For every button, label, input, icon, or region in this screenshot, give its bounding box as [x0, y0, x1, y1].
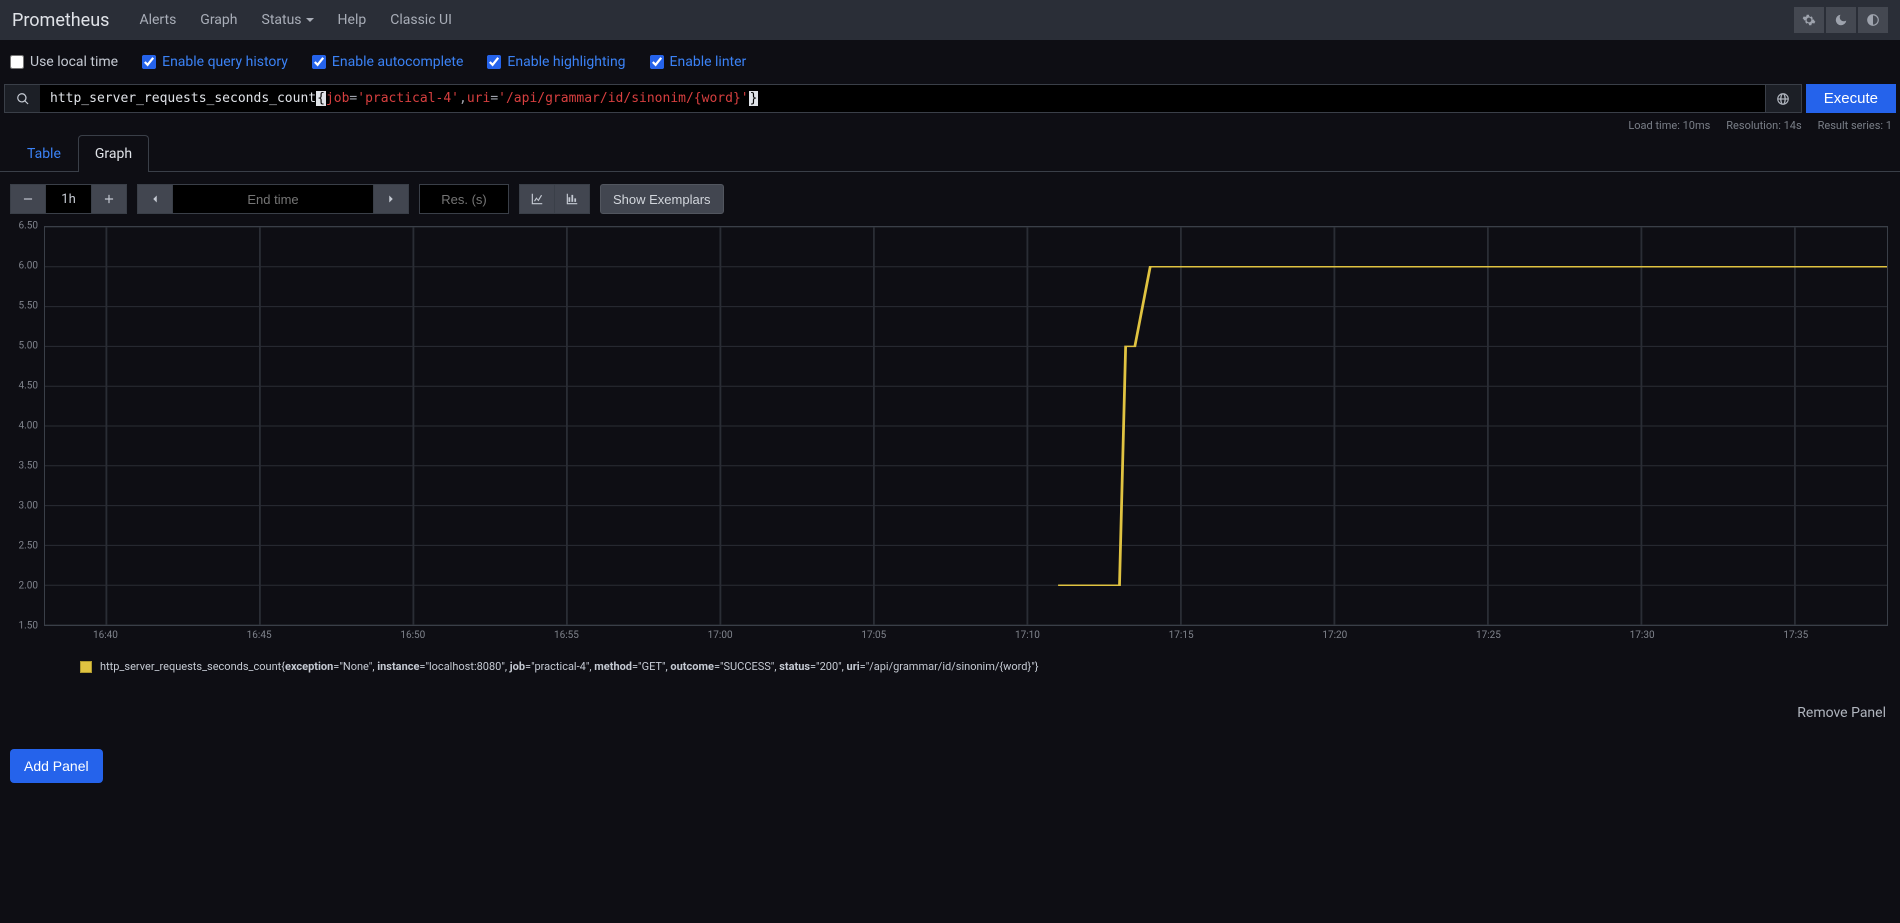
nav-help[interactable]: Help: [328, 6, 377, 34]
charttype-group: [519, 184, 590, 214]
y-tick: 6.50: [19, 221, 39, 232]
chk-history-input[interactable]: [142, 55, 156, 69]
endtime-next-button[interactable]: [373, 184, 409, 214]
legend-swatch: [80, 661, 92, 673]
x-tick: 16:40: [93, 630, 118, 641]
x-tick: 16:45: [247, 630, 272, 641]
y-tick: 5.00: [19, 341, 39, 352]
add-panel-button[interactable]: Add Panel: [10, 749, 103, 783]
x-tick: 17:15: [1169, 630, 1194, 641]
range-value[interactable]: 1h: [46, 184, 92, 214]
chk-highlighting[interactable]: Enable highlighting: [487, 54, 625, 70]
query-input[interactable]: http_server_requests_seconds_count{job='…: [40, 84, 1766, 113]
x-tick: 17:35: [1783, 630, 1808, 641]
x-tick: 17:25: [1476, 630, 1501, 641]
legend-text: http_server_requests_seconds_count{excep…: [100, 660, 1038, 673]
execute-button[interactable]: Execute: [1806, 84, 1896, 113]
gear-icon[interactable]: [1794, 7, 1824, 33]
chk-linter-input[interactable]: [650, 55, 664, 69]
linechart-icon[interactable]: [519, 184, 555, 214]
meta-result: Result series: 1: [1818, 119, 1892, 132]
legend[interactable]: http_server_requests_seconds_count{excep…: [10, 646, 1890, 683]
y-tick: 1.50: [19, 621, 39, 632]
chk-history[interactable]: Enable query history: [142, 54, 288, 70]
chk-linter-label: Enable linter: [670, 54, 747, 70]
remove-panel-link[interactable]: Remove Panel: [1797, 705, 1886, 721]
resolution-input[interactable]: [419, 184, 509, 214]
meta-load: Load time: 10ms: [1628, 119, 1710, 132]
chart-area: 1.50 2.00 2.50 3.00 3.50 4.00 4.50 5.00 5.50 6.00…: [0, 226, 1900, 693]
chk-autocomplete[interactable]: Enable autocomplete: [312, 54, 464, 70]
endtime-group: [137, 184, 409, 214]
chk-highlighting-input[interactable]: [487, 55, 501, 69]
y-tick: 3.00: [19, 501, 39, 512]
meta-row: Load time: 10ms Resolution: 14s Result s…: [0, 113, 1900, 134]
y-tick: 6.00: [19, 261, 39, 272]
chk-highlighting-label: Enable highlighting: [507, 54, 625, 70]
chk-local-time-input[interactable]: [10, 55, 24, 69]
x-tick: 17:10: [1015, 630, 1040, 641]
chk-autocomplete-input[interactable]: [312, 55, 326, 69]
x-tick: 17:00: [708, 630, 733, 641]
chk-linter[interactable]: Enable linter: [650, 54, 747, 70]
endtime-prev-button[interactable]: [137, 184, 173, 214]
add-panel-row: Add Panel: [0, 739, 1900, 793]
chk-history-label: Enable query history: [162, 54, 288, 70]
stackedchart-icon[interactable]: [555, 184, 590, 214]
controls-row: 1h Show Exemplars: [0, 172, 1900, 226]
nav-status[interactable]: Status: [252, 6, 324, 34]
navbar: Prometheus Alerts Graph Status Help Clas…: [0, 0, 1900, 40]
nav-alerts[interactable]: Alerts: [129, 6, 186, 34]
meta-resolution: Resolution: 14s: [1726, 119, 1801, 132]
x-tick: 17:05: [861, 630, 886, 641]
nav-classic[interactable]: Classic UI: [380, 6, 462, 34]
chk-local-time[interactable]: Use local time: [10, 54, 118, 70]
range-group: 1h: [10, 184, 127, 214]
x-tick: 17:20: [1322, 630, 1347, 641]
x-tick: 17:30: [1630, 630, 1655, 641]
range-plus-button[interactable]: [92, 184, 127, 214]
tab-table[interactable]: Table: [10, 135, 78, 172]
y-tick: 5.50: [19, 301, 39, 312]
y-axis: 1.502.002.503.003.504.004.505.005.506.00…: [10, 226, 44, 626]
chart[interactable]: 1.50 2.00 2.50 3.00 3.50 4.00 4.50 5.00 5.50 6.00…: [10, 226, 1890, 646]
chk-local-time-label: Use local time: [30, 54, 118, 70]
x-tick: 16:55: [554, 630, 579, 641]
nav-right-icons: [1794, 7, 1888, 33]
contrast-icon[interactable]: [1858, 7, 1888, 33]
globe-icon[interactable]: [1766, 84, 1802, 113]
panel-footer: Remove Panel: [0, 693, 1900, 739]
brand[interactable]: Prometheus: [12, 10, 109, 31]
y-tick: 2.00: [19, 581, 39, 592]
tab-graph[interactable]: Graph: [78, 135, 149, 172]
y-tick: 3.50: [19, 461, 39, 472]
x-tick: 16:50: [400, 630, 425, 641]
search-icon[interactable]: [4, 84, 40, 113]
range-minus-button[interactable]: [10, 184, 46, 214]
endtime-input[interactable]: [173, 184, 373, 214]
y-tick: 2.50: [19, 541, 39, 552]
tabs: Table Graph: [0, 134, 1900, 172]
y-tick: 4.50: [19, 381, 39, 392]
nav-links: Alerts Graph Status Help Classic UI: [129, 6, 461, 34]
y-tick: 4.00: [19, 421, 39, 432]
x-axis: 16:40 16:45 16:50 16:55 17:00 17:05 17:10 17:15…: [44, 628, 1888, 646]
query-row: http_server_requests_seconds_count{job='…: [0, 84, 1900, 113]
chk-autocomplete-label: Enable autocomplete: [332, 54, 464, 70]
nav-graph[interactable]: Graph: [190, 6, 247, 34]
moon-icon[interactable]: [1826, 7, 1856, 33]
options-row: Use local time Enable query history Enab…: [0, 40, 1900, 84]
show-exemplars-button[interactable]: Show Exemplars: [600, 184, 724, 214]
plot[interactable]: [44, 226, 1888, 626]
